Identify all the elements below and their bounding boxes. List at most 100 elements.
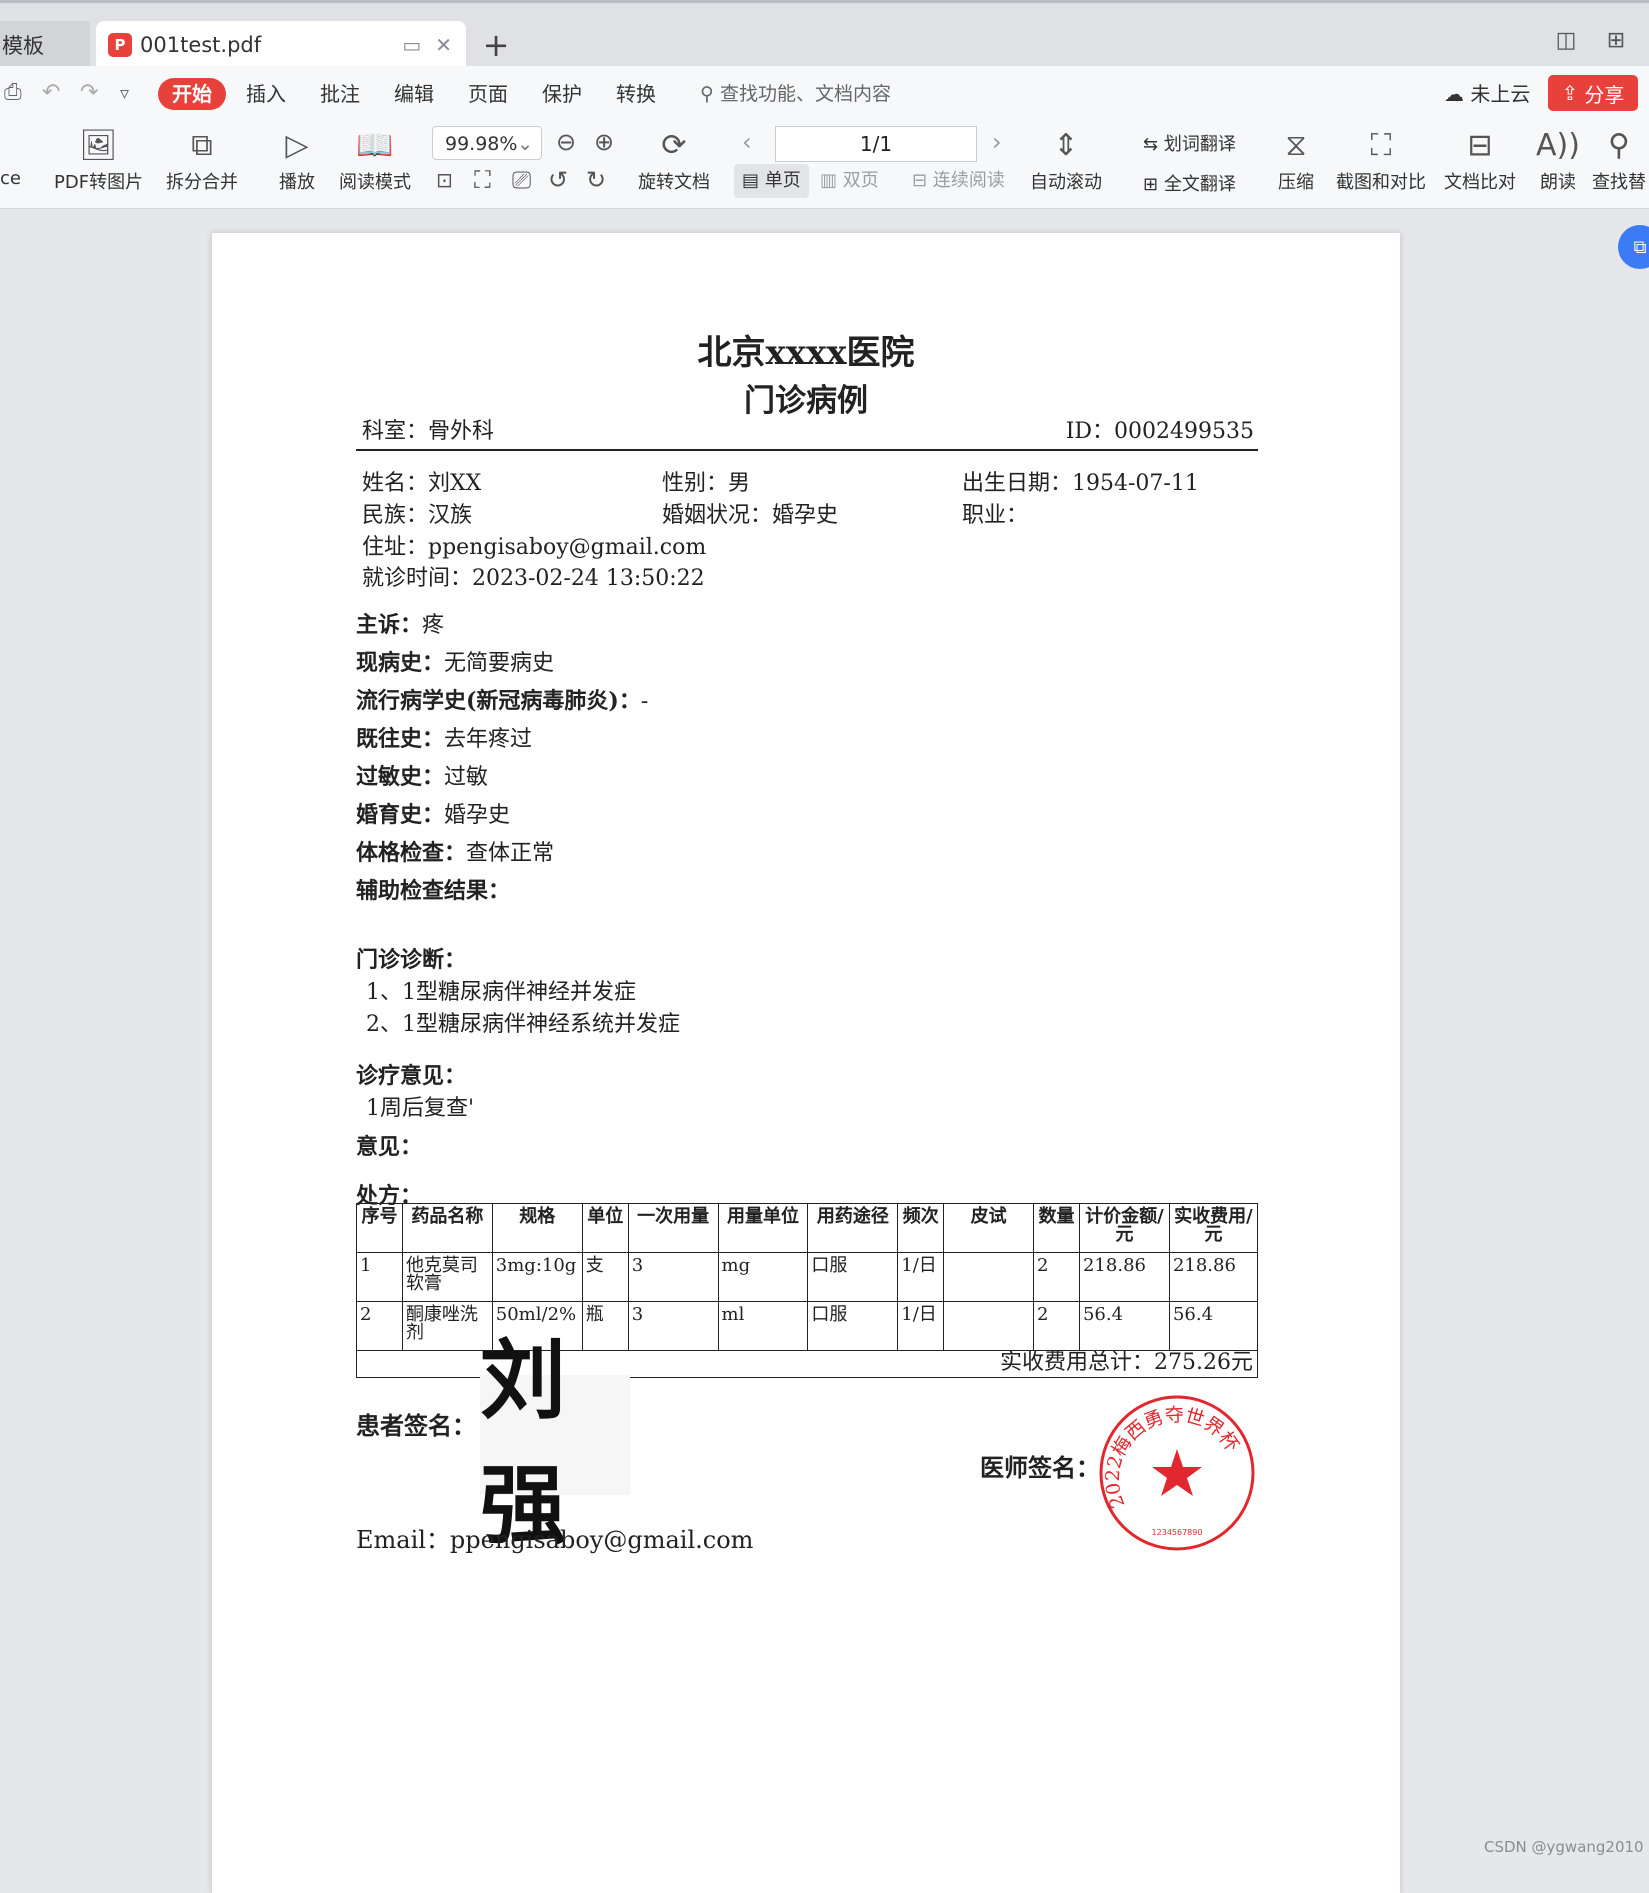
zoom-out-icon[interactable]: ⊖ — [556, 128, 576, 156]
word-translate-button[interactable]: ⇆ 划词翻译 — [1143, 130, 1236, 156]
fit-page-icon[interactable]: ⛶ — [474, 166, 491, 194]
cloud-label: 未上云 — [1470, 82, 1531, 106]
section-value: 去年疼过 — [444, 727, 533, 752]
menu-page[interactable]: 页面 — [468, 78, 508, 110]
next-page-icon[interactable]: › — [992, 128, 1002, 156]
search-placeholder: 查找功能、文档内容 — [719, 83, 891, 105]
menu-convert[interactable]: 转换 — [616, 78, 656, 110]
share-button[interactable]: ⇪ 分享 — [1548, 75, 1638, 111]
table-cell: 口服 — [807, 1252, 899, 1302]
play-label: 播放 — [279, 172, 315, 193]
menu-protect[interactable]: 保护 — [542, 78, 582, 110]
layout-icon[interactable]: ◫ — [1546, 23, 1586, 57]
share-icon: ⇪ — [1561, 81, 1579, 105]
patient-marital: 婚姻状况：婚孕史 — [662, 503, 839, 528]
table-cell: 3mg:10g — [491, 1252, 583, 1302]
office-label: ce — [0, 168, 21, 189]
redo-icon[interactable]: ↷ — [80, 80, 98, 105]
monitor-icon[interactable]: ▭ — [402, 33, 421, 57]
treatment-label: 诊疗意见： — [356, 1063, 467, 1089]
table-cell: 2 — [356, 1301, 403, 1351]
table-cell: 1/日 — [897, 1301, 945, 1351]
pdf-to-image-button[interactable]: 🖼 PDF转图片 — [54, 126, 143, 194]
section-label: 既往史： — [356, 726, 445, 752]
section-value: 无简要病史 — [444, 651, 555, 676]
compress-icon: ⧖ — [1285, 128, 1307, 163]
fit-width-icon[interactable]: ⎚ — [512, 166, 531, 194]
section-label: 体格检查： — [356, 840, 467, 866]
zoom-value: 99.98% — [445, 133, 518, 155]
section-marital-history: 婚育史：婚孕史 — [356, 797, 510, 829]
diagnosis-label: 门诊诊断： — [356, 947, 467, 973]
rotate-right-icon[interactable]: ↻ — [586, 166, 606, 194]
table-cell: 56.4 — [1078, 1301, 1170, 1351]
grid-icon[interactable]: ⊞ — [1596, 23, 1636, 57]
chevron-down-icon[interactable]: ▿ — [120, 83, 129, 104]
read-mode-label: 阅读模式 — [339, 172, 411, 193]
auto-scroll-button[interactable]: ⇕ 自动滚动 — [1030, 126, 1102, 194]
doc-compare-button[interactable]: ⊟ 文档比对 — [1444, 126, 1516, 194]
table-header: 用药途径 — [807, 1203, 899, 1253]
diagnosis-item: 1、1型糖尿病伴神经并发症 — [366, 980, 636, 1005]
table-header: 数量 — [1033, 1203, 1080, 1253]
hospital-title: 北京xxxx医院 — [697, 333, 915, 373]
section-value: 查体正常 — [466, 841, 555, 866]
split-merge-button[interactable]: ⧉ 拆分合并 — [166, 126, 238, 194]
menu-start[interactable]: 开始 — [158, 78, 226, 110]
undo-icon[interactable]: ↶ — [42, 80, 60, 105]
screenshot-icon: ⛶ — [1370, 128, 1392, 163]
patient-signature-image: 刘强 — [480, 1330, 630, 1556]
table-cell: 1/日 — [897, 1252, 945, 1302]
zoom-select[interactable]: 99.98% ⌄ — [432, 126, 542, 160]
office-tool[interactable]: ce — [0, 166, 21, 189]
menu-edit[interactable]: 编辑 — [394, 78, 434, 110]
single-page-button[interactable]: ▤ 单页 — [734, 164, 809, 198]
section-aux-exam: 辅助检查结果： — [356, 873, 510, 905]
doc-compare-label: 文档比对 — [1444, 172, 1516, 193]
find-replace-button[interactable]: ⚲ 查找替 — [1592, 126, 1646, 194]
zoom-in-icon[interactable]: ⊕ — [594, 128, 614, 156]
play-button[interactable]: ▷ 播放 — [279, 126, 315, 194]
actual-size-icon[interactable]: ⊡ — [436, 168, 453, 192]
rotate-left-icon[interactable]: ↺ — [548, 166, 568, 194]
full-translate-button[interactable]: ⊞ 全文翻译 — [1143, 170, 1236, 196]
read-aloud-button[interactable]: A)) 朗读 — [1536, 126, 1580, 194]
table-cell — [943, 1301, 1035, 1351]
auto-scroll-icon: ⇕ — [1053, 128, 1079, 163]
double-page-button[interactable]: ▥ 双页 — [812, 164, 887, 198]
read-mode-button[interactable]: 📖 阅读模式 — [339, 126, 411, 194]
search-icon: ⚲ — [1608, 128, 1630, 163]
menu-annotate[interactable]: 批注 — [320, 78, 360, 110]
menu-insert[interactable]: 插入 — [246, 78, 286, 110]
continuous-button[interactable]: ⊟ 连续阅读 — [904, 164, 1013, 198]
tab-template[interactable]: 模板 — [0, 21, 90, 69]
table-header-row: 序号 药品名称 规格 单位 一次用量 用量单位 用药途径 频次 皮试 数量 计价… — [356, 1203, 1259, 1253]
search-input[interactable]: ⚲ 查找功能、文档内容 — [700, 78, 891, 110]
section-value: 过敏 — [444, 765, 489, 790]
single-page-label: 单页 — [764, 170, 801, 191]
patient-ethnicity: 民族：汉族 — [362, 503, 473, 528]
rotate-doc-label: 旋转文档 — [638, 172, 710, 193]
section-allergy: 过敏史：过敏 — [356, 759, 488, 791]
new-tab-button[interactable]: + — [478, 25, 514, 65]
table-cell: 1 — [356, 1252, 403, 1302]
cloud-status[interactable]: ☁ 未上云 — [1444, 78, 1530, 110]
doctor-signature-label: 医师签名： — [980, 1453, 1100, 1482]
prev-page-icon[interactable]: ‹ — [742, 128, 752, 156]
section-label: 婚育史： — [356, 802, 445, 828]
tab-pdf[interactable]: P 001test.pdf ▭ ✕ — [96, 21, 466, 69]
compress-button[interactable]: ⧖ 压缩 — [1278, 126, 1314, 194]
section-past-history: 既往史：去年疼过 — [356, 721, 532, 753]
section-present-illness: 现病史：无简要病史 — [356, 645, 554, 677]
close-icon[interactable]: ✕ — [435, 33, 452, 57]
rotate-doc-button[interactable]: ⟳ 旋转文档 — [638, 126, 710, 194]
screenshot-compare-button[interactable]: ⛶ 截图和对比 — [1336, 126, 1426, 194]
side-float-button[interactable]: ⧉ — [1618, 225, 1649, 269]
print-icon[interactable]: ⎙ — [4, 80, 22, 105]
page-input[interactable]: 1/1 — [775, 126, 977, 162]
table-header: 规格 — [491, 1203, 583, 1253]
table-header: 频次 — [897, 1203, 945, 1253]
tab-pdf-label: 001test.pdf — [140, 33, 262, 57]
split-merge-label: 拆分合并 — [166, 172, 238, 193]
find-replace-label: 查找替 — [1592, 172, 1646, 193]
